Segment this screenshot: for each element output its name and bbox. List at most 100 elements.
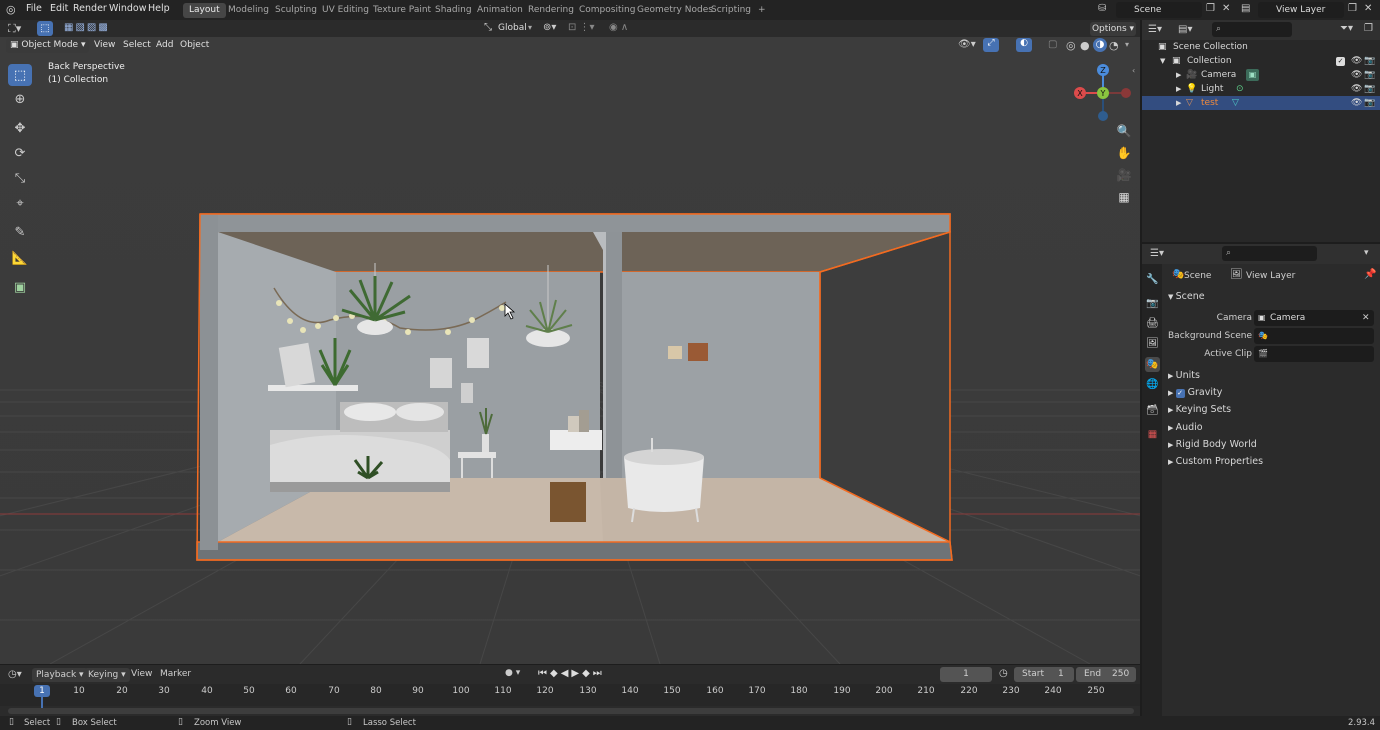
menu-select[interactable]: Select [119,38,155,53]
new-scene-icon[interactable]: ❐ [1206,3,1215,14]
camera-prop-field[interactable]: ▣ Camera ✕ [1254,310,1374,326]
light-data-icon[interactable]: ⊙ [1236,82,1244,96]
sidebar-toggle-chevron-icon[interactable]: ‹ [1132,66,1135,75]
tool-add-cube[interactable]: ▣ [8,276,32,298]
exclude-checkbox[interactable]: ✓ [1336,57,1345,66]
shading-solid-icon[interactable]: ● [1080,39,1090,52]
visibility-eye-icon[interactable]: 👁 [1351,82,1362,96]
tool-select-box[interactable]: ⬚ [8,64,32,86]
menu-view[interactable]: View [90,38,119,53]
tool-transform[interactable]: ⌖ [8,192,32,214]
3d-viewport[interactable]: ⛶▾ ⬚ ▦▧▨▩ ⤡ Global ▾ ⊚▾ ⊡ ⋮▾ ◉ ∧ Options… [0,20,1140,664]
expand-chevron-icon[interactable]: ▶ [1176,82,1181,96]
render-camera-icon[interactable]: 📷 [1364,82,1375,96]
tab-texture-paint[interactable]: Texture Paint [367,3,437,18]
delete-scene-icon[interactable]: ✕ [1222,3,1230,14]
playback-menu[interactable]: Playback ▾ [32,668,88,682]
view-layer-browse-icon[interactable]: ▤ [1241,3,1250,14]
timeline-view-menu[interactable]: View [131,669,152,679]
view-layer-field[interactable]: View Layer [1258,2,1344,18]
scene-browse-icon[interactable]: ⛁ [1098,3,1106,14]
menu-file[interactable]: File [26,3,42,14]
playback-controls[interactable]: ⏮◆◀▶◆⏭ [538,668,605,679]
world-tab-icon[interactable]: 🌐 [1145,377,1160,392]
tool-move[interactable]: ✥ [8,117,32,139]
new-collection-icon[interactable]: ❐ [1364,23,1373,34]
background-scene-field[interactable]: 🎭 [1254,328,1374,344]
timeline-scrollbar[interactable] [8,708,1134,714]
menu-object[interactable]: Object [176,38,213,53]
editor-type-icon[interactable]: ⛶▾ [8,22,21,36]
tool-scale[interactable]: ⤡ [8,167,32,189]
room-model[interactable] [196,213,953,561]
render-camera-icon[interactable]: 📷 [1364,54,1375,68]
ortho-grid-icon[interactable]: ▦ [1114,187,1134,207]
clear-camera-icon[interactable]: ✕ [1362,310,1370,326]
collection-tab-icon[interactable]: 🗃 [1145,403,1160,418]
menu-add[interactable]: Add [152,38,177,53]
expand-chevron-icon[interactable]: ▶ [1176,96,1181,110]
gravity-section-header[interactable]: ▶ ✓ Gravity [1168,386,1222,400]
select-tool-icon[interactable]: ⬚ [37,21,53,36]
expand-chevron-icon[interactable]: ▼ [1160,54,1165,68]
proportional-editing-icon[interactable]: ◉ ∧ [609,22,628,33]
outliner-row-test[interactable]: ▶ ▽ test ▽ 👁 📷 [1142,96,1380,110]
tab-layout[interactable]: Layout [183,3,226,18]
properties-options-chevron-icon[interactable]: ▾ [1364,248,1369,258]
properties-search-input[interactable]: ⌕ [1222,246,1317,261]
zoom-icon[interactable]: 🔍 [1114,121,1134,141]
keying-sets-section-header[interactable]: ▶ Keying Sets [1168,403,1231,417]
active-clip-field[interactable]: 🎬 [1254,346,1374,362]
outliner-row-scene-collection[interactable]: ▣ Scene Collection [1142,40,1380,54]
render-camera-icon[interactable]: 📷 [1364,68,1375,82]
display-mode-icon[interactable]: ▤▾ [1178,24,1192,35]
texture-tab-icon[interactable]: ▦ [1145,427,1160,442]
tool-rotate[interactable]: ⟳ [8,142,32,164]
render-tab-icon[interactable]: 📷 [1145,296,1160,311]
gravity-checkbox[interactable]: ✓ [1175,389,1185,398]
camera-view-icon[interactable]: 🎥 [1114,165,1134,185]
visibility-eye-icon[interactable]: 👁 [1351,54,1362,68]
render-camera-icon[interactable]: 📷 [1364,96,1375,110]
outliner-row-light[interactable]: ▶ 💡 Light ⊙ 👁 📷 [1142,82,1380,96]
menu-render[interactable]: Render [73,3,107,14]
visibility-eye-icon[interactable]: 👁 [1351,96,1362,110]
scene-section-header[interactable]: ▼ Scene [1168,290,1205,304]
rigid-body-world-section-header[interactable]: ▶ Rigid Body World [1168,438,1257,452]
pivot-icon[interactable]: ⊚▾ [543,22,556,33]
shading-wireframe-icon[interactable]: ◎ [1066,39,1076,52]
tab-rendering[interactable]: Rendering [522,3,580,18]
xray-icon[interactable]: ▢ [1048,39,1057,50]
filter-icon[interactable]: ⏷▾ [1340,23,1353,34]
record-icon[interactable]: ● ▾ [505,668,520,678]
current-frame-field[interactable]: 1 [940,667,992,682]
tab-scripting[interactable]: Scripting [705,3,757,18]
shading-material-icon[interactable]: ◑ [1093,38,1107,52]
tab-animation[interactable]: Animation [471,3,529,18]
marker-menu[interactable]: Marker [160,669,191,679]
gizmo-toggle-icon[interactable]: ⤢ [983,38,999,52]
options-dropdown[interactable]: Options ▾ [1090,22,1136,36]
preview-range-clock-icon[interactable]: ◷ [999,668,1008,679]
delete-view-layer-icon[interactable]: ✕ [1364,3,1372,14]
shading-options-chevron-icon[interactable]: ▾ [1125,40,1129,49]
playhead-label[interactable]: 1 [34,685,50,697]
overlay-toggle-icon[interactable]: ◐ [1016,38,1032,52]
add-workspace-button[interactable]: + [752,3,772,18]
new-view-layer-icon[interactable]: ❐ [1348,3,1357,14]
menu-window[interactable]: Window [109,3,146,14]
mesh-data-icon[interactable]: ▽ [1232,96,1239,110]
outliner-row-camera[interactable]: ▶ 🎥 Camera ▣ 👁 📷 [1142,68,1380,82]
units-section-header[interactable]: ▶ Units [1168,369,1200,383]
navigation-gizmo[interactable]: Z X Y [1070,60,1136,126]
tab-modeling[interactable]: Modeling [222,3,275,18]
start-frame-field[interactable]: Start 1 [1014,667,1074,682]
timeline-editor-type-icon[interactable]: ◷▾ [8,669,22,680]
tool-tab-icon[interactable]: 🔧 [1145,272,1160,287]
shading-rendered-icon[interactable]: ◔ [1109,39,1119,52]
camera-data-icon[interactable]: ▣ [1246,69,1259,81]
orientation-icon[interactable]: ⤡ [484,22,492,33]
end-frame-field[interactable]: End 250 [1076,667,1136,682]
outliner-editor-type-icon[interactable]: ☰▾ [1148,24,1162,35]
visibility-eye-icon[interactable]: 👁 [1351,68,1362,82]
